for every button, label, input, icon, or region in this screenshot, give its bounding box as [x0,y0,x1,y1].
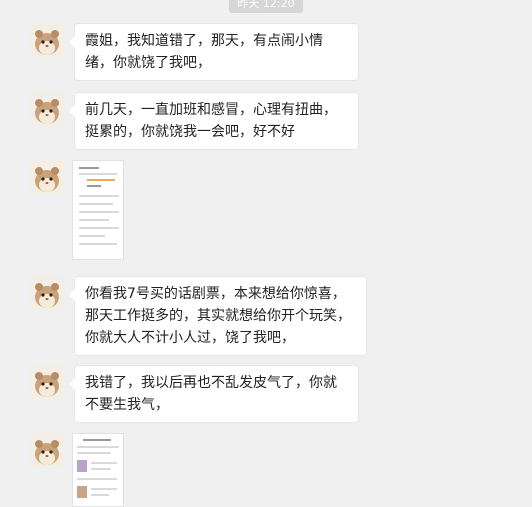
message-bubble[interactable]: 我错了，我以后再也不乱发皮气了，你就不要生我气， [69,365,359,423]
image-message-thumbnail[interactable] [72,433,124,507]
thumbnail-detail [79,195,119,197]
thumbnail-detail [79,173,117,175]
thumbnail-detail [91,494,109,496]
thumbnail-detail [87,185,101,187]
contact-avatar[interactable] [30,433,64,467]
message-bubble[interactable]: 霞姐，我知道错了，那天，有点闹小情绪，你就饶了我吧， [69,23,359,81]
chat-timestamp: 昨天 12:20 [0,0,532,13]
thumbnail-detail [79,167,99,169]
hamster-avatar-icon [30,160,64,194]
thumbnail-detail [91,468,111,470]
message-text: 霞姐，我知道错了，那天，有点闹小情绪，你就饶了我吧， [85,33,323,71]
thumbnail-detail [79,203,113,205]
thumbnail-detail [91,462,117,464]
thumbnail-detail [83,439,111,441]
hamster-avatar-icon [30,433,64,467]
contact-avatar[interactable] [30,92,64,126]
thumbnail-detail [87,179,115,181]
thumbnail-detail [91,488,117,490]
thumbnail-detail [79,211,119,213]
thumbnail-detail [77,478,117,480]
thumbnail-detail [77,446,119,448]
message-bubble[interactable]: 你看我7号买的话剧票，本来想给你惊喜，那天工作挺多的，其实就想给你开个玩笑，你就… [69,276,367,356]
hamster-avatar-icon [30,92,64,126]
contact-avatar[interactable] [30,365,64,399]
message-text: 你看我7号买的话剧票，本来想给你惊喜，那天工作挺多的，其实就想给你开个玩笑，你就… [85,286,351,346]
thumbnail-poster-image [77,460,87,472]
hamster-avatar-icon [30,276,64,310]
image-message-thumbnail[interactable] [72,160,124,260]
thumbnail-detail [79,243,117,245]
thumbnail-detail [77,452,111,454]
contact-avatar[interactable] [30,276,64,310]
message-bubble[interactable]: 前几天，一直加班和感冒，心理有扭曲，挺累的，你就饶我一会吧，好不好 [69,92,359,150]
thumbnail-detail [79,227,119,229]
contact-avatar[interactable] [30,23,64,57]
thumbnail-poster-image [77,486,87,498]
message-text: 前几天，一直加班和感冒，心理有扭曲，挺累的，你就饶我一会吧，好不好 [85,102,337,140]
hamster-avatar-icon [30,23,64,57]
timestamp-label: 昨天 12:20 [229,0,303,13]
thumbnail-detail [79,219,109,221]
message-text: 我错了，我以后再也不乱发皮气了，你就不要生我气， [85,375,337,413]
hamster-avatar-icon [30,365,64,399]
thumbnail-detail [79,235,105,237]
contact-avatar[interactable] [30,160,64,194]
